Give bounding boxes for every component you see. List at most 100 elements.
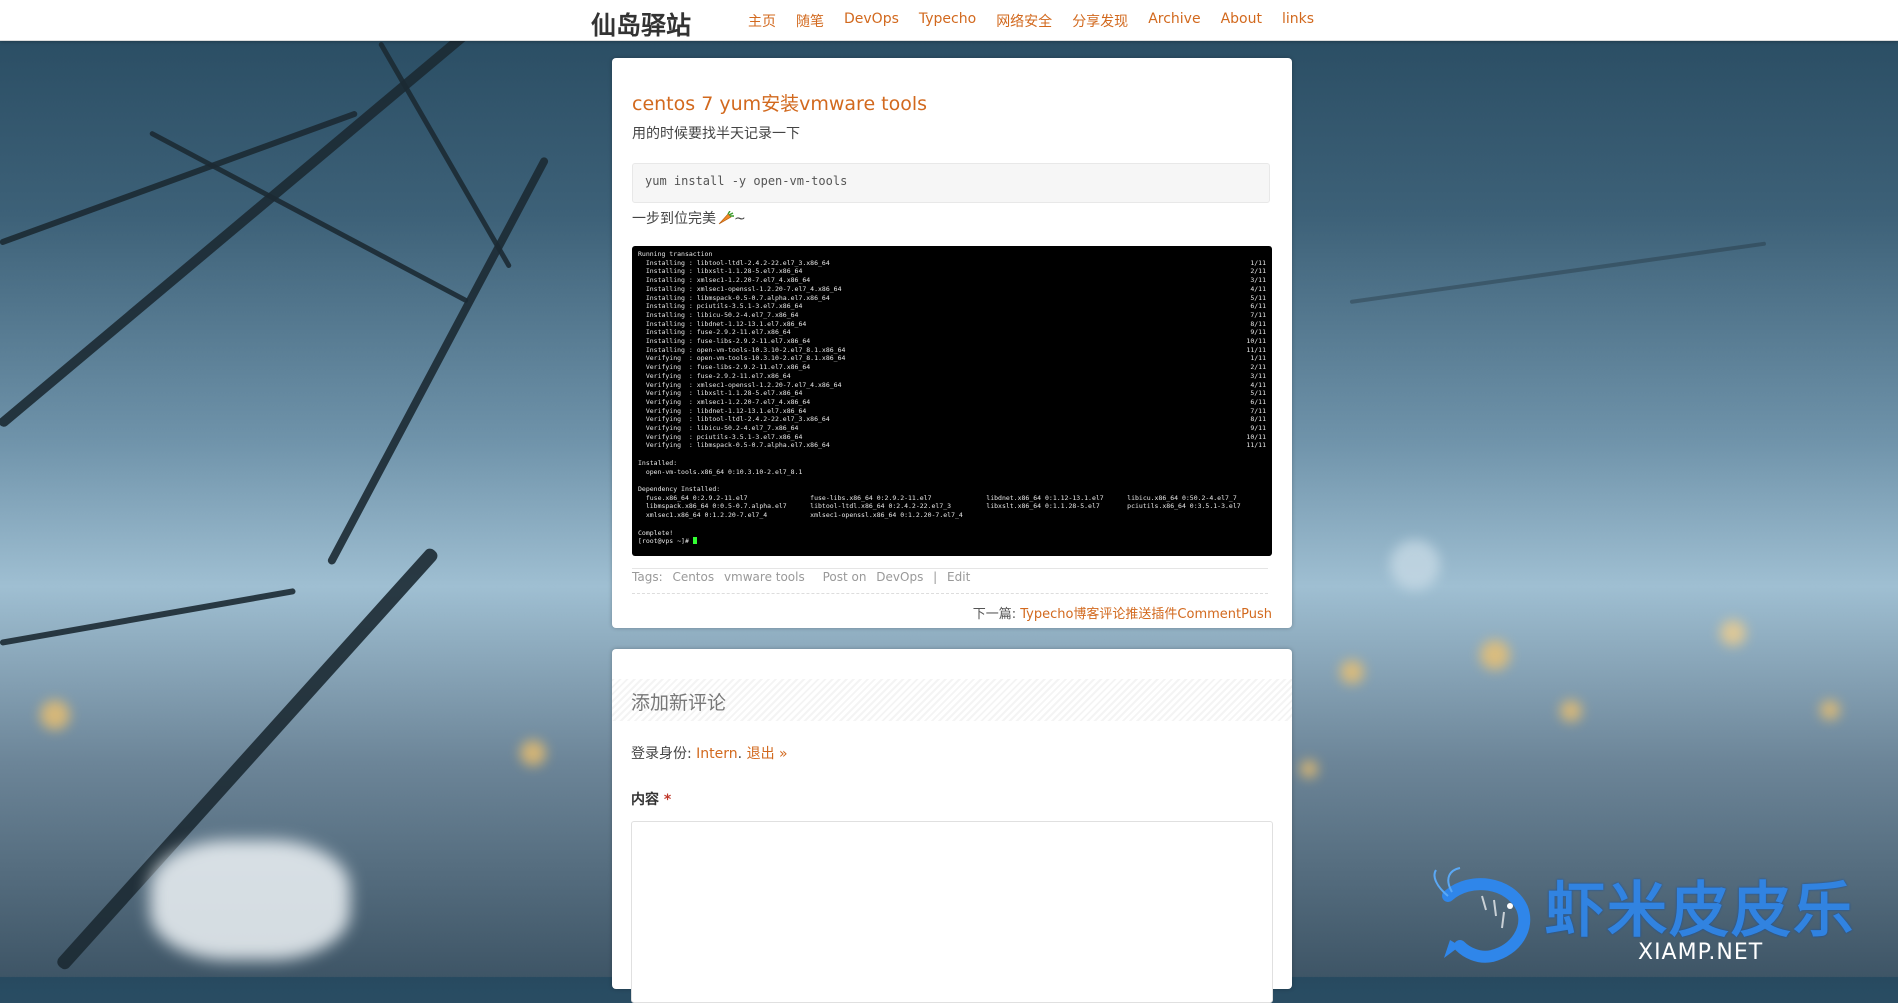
comment-textarea[interactable] [631, 821, 1273, 1003]
next-post-link[interactable]: Typecho博客评论推送插件CommentPush [1020, 607, 1272, 622]
terminal-row: Installing : xmlsec1-openssl-1.2.20-7.el… [638, 285, 1266, 294]
terminal-row-count: 4/11 [1250, 284, 1266, 293]
tags-label: Tags: [632, 570, 663, 584]
terminal-row: Verifying : libxslt-1.1.28-5.el7.x86_64 5… [638, 389, 1266, 398]
terminal-row: Installing : xmlsec1-1.2.20-7.el7_4.x86_… [638, 276, 1266, 285]
tag-link[interactable]: vmware tools [724, 570, 805, 584]
terminal-row: Installing : libtool-ltdl-2.4.2-22.el7_3… [638, 259, 1266, 268]
terminal-row: Verifying : fuse-libs-2.9.2-11.el7.x86_6… [638, 363, 1266, 372]
terminal-row: Installing : libxslt-1.1.28-5.el7.x86_64… [638, 267, 1266, 276]
terminal-row: Verifying : libdnet-1.12-13.1.el7.x86_64… [638, 407, 1266, 416]
terminal-row: Installing : libdnet-1.12-13.1.el7.x86_6… [638, 320, 1266, 329]
nav-item-devops[interactable]: DevOps [844, 11, 899, 31]
shrimp-icon [1433, 867, 1531, 963]
nav-item-share[interactable]: 分享发现 [1072, 11, 1128, 31]
nav-item-security[interactable]: 网络安全 [996, 11, 1052, 31]
post-done-text: 一步到位完美 [632, 211, 716, 227]
terminal-row-text: Verifying : xmlsec1-openssl-1.2.20-7.el7… [638, 380, 842, 389]
terminal-row-text: Installing : libdnet-1.12-13.1.el7.x86_6… [638, 319, 807, 328]
nav-item-home[interactable]: 主页 [748, 11, 776, 31]
terminal-row-count: 2/11 [1250, 363, 1266, 372]
terminal-row-count: 3/11 [1250, 371, 1266, 380]
terminal-complete: Complete! [638, 528, 674, 537]
nav-item-links[interactable]: links [1282, 11, 1314, 31]
terminal-row-text: Installing : fuse-libs-2.9.2-11.el7.x86_… [638, 337, 811, 346]
terminal-prompt: [root@vps ~]# [638, 537, 693, 546]
site-header: 仙岛驿站 主页 随笔 DevOps Typecho 网络安全 分享发现 Arch… [0, 0, 1898, 41]
post-meta: Tags: Centos vmware tools Post on DevOps… [632, 570, 976, 584]
terminal-row: Verifying : pciutils-3.5.1-3.el7.x86_64 1… [638, 433, 1266, 442]
post-card: centos 7 yum安装vmware tools 用的时候要找半天记录一下 … [612, 58, 1292, 628]
category-link[interactable]: DevOps [876, 570, 923, 584]
post-intro: 用的时候要找半天记录一下 [632, 126, 800, 142]
terminal-installed: open-vm-tools.x86_64 0:10.3.10-2.el7_8.1 [638, 467, 803, 476]
terminal-row: Verifying : xmlsec1-1.2.20-7.el7_4.x86_6… [638, 398, 1266, 407]
terminal-screenshot: Running transaction Installing : libtool… [632, 246, 1272, 556]
terminal-row-text: Verifying : libmspack-0.5-0.7.alpha.el7.… [638, 441, 830, 450]
edit-link[interactable]: Edit [947, 570, 970, 584]
terminal-dependency-header: Dependency Installed: [638, 484, 721, 493]
terminal-row: Verifying : fuse-2.9.2-11.el7.x86_64 3/11 [638, 372, 1266, 381]
site-brand[interactable]: 仙岛驿站 [591, 6, 691, 42]
terminal-row-count: 10/11 [1246, 337, 1266, 346]
post-done-suffix: ~ [734, 211, 746, 227]
terminal-dependency-line: fuse.x86_64 0:2.9.2-11.el7 fuse-libs.x86… [638, 493, 1237, 502]
terminal-row: Installing : fuse-2.9.2-11.el7.x86_64 9/1… [638, 328, 1266, 337]
post-done-line: 一步到位完美 ~ [632, 208, 746, 228]
terminal-row-count: 3/11 [1250, 276, 1266, 285]
terminal-row-text: Verifying : libicu-50.2-4.el7_7.x86_64 [638, 424, 799, 433]
terminal-row-text: Installing : libtool-ltdl-2.4.2-22.el7_3… [638, 258, 830, 267]
terminal-row-text: Verifying : pciutils-3.5.1-3.el7.x86_64 [638, 432, 803, 441]
terminal-row: Installing : libmspack-0.5-0.7.alpha.el7… [638, 294, 1266, 303]
required-mark: * [663, 792, 672, 808]
comment-card: 添加新评论 登录身份: Intern. 退出 » 内容 * [612, 649, 1292, 1003]
terminal-row-count: 6/11 [1250, 397, 1266, 406]
username-link[interactable]: Intern [696, 746, 738, 762]
watermark-text: 虾米皮皮乐 [1545, 876, 1855, 946]
nav-item-essays[interactable]: 随笔 [796, 11, 824, 31]
logout-link[interactable]: 退出 » [747, 746, 788, 762]
terminal-row-count: 8/11 [1250, 415, 1266, 424]
carrot-icon [718, 211, 734, 225]
next-post: 下一篇: Typecho博客评论推送插件CommentPush [973, 603, 1272, 622]
terminal-row-count: 11/11 [1246, 441, 1266, 450]
terminal-row: Verifying : libicu-50.2-4.el7_7.x86_64 9/… [638, 424, 1266, 433]
terminal-row-count: 11/11 [1246, 345, 1266, 354]
terminal-row-count: 4/11 [1250, 380, 1266, 389]
tag-link[interactable]: Centos [672, 570, 714, 584]
nav-item-archive[interactable]: Archive [1148, 11, 1200, 31]
terminal-dependency-line: libmspack.x86_64 0:0.5-0.7.alpha.el7 lib… [638, 502, 1241, 511]
code-command: yum install -y open-vm-tools [645, 174, 848, 188]
terminal-row: Verifying : libmspack-0.5-0.7.alpha.el7.… [638, 441, 1266, 450]
nav-item-about[interactable]: About [1221, 11, 1262, 31]
terminal-row: Installing : libicu-50.2-4.el7_7.x86_64 7… [638, 311, 1266, 320]
terminal-row-text: Installing : libxslt-1.1.28-5.el7.x86_64 [638, 267, 803, 276]
post-title[interactable]: centos 7 yum安装vmware tools [632, 89, 927, 116]
terminal-row-text: Verifying : fuse-libs-2.9.2-11.el7.x86_6… [638, 363, 811, 372]
login-prefix: 登录身份: [631, 746, 692, 762]
terminal-prompt-line: [root@vps ~]# [638, 537, 1266, 546]
terminal-row: Verifying : libtool-ltdl-2.4.2-22.el7_3.… [638, 415, 1266, 424]
terminal-row-text: Verifying : libxslt-1.1.28-5.el7.x86_64 [638, 389, 803, 398]
terminal-dependency-line: xmlsec1.x86_64 0:1.2.20-7.el7_4 xmlsec1-… [638, 511, 963, 520]
terminal-row-count: 2/11 [1250, 267, 1266, 276]
nav-item-typecho[interactable]: Typecho [919, 11, 976, 31]
terminal-row: Verifying : open-vm-tools-10.3.10-2.el7_… [638, 354, 1266, 363]
post-on-label: Post on [822, 570, 867, 584]
terminal-output: Running transaction Installing : libtool… [632, 246, 1272, 550]
next-post-label: 下一篇: [972, 607, 1017, 622]
terminal-row-text: Installing : xmlsec1-openssl-1.2.20-7.el… [638, 284, 842, 293]
terminal-row-text: Verifying : open-vm-tools-10.3.10-2.el7_… [638, 354, 846, 363]
terminal-row-text: Verifying : fuse-2.9.2-11.el7.x86_64 [638, 371, 791, 380]
terminal-row-text: Installing : pciutils-3.5.1-3.el7.x86_64 [638, 302, 803, 311]
terminal-row-count: 5/11 [1250, 389, 1266, 398]
content-label: 内容 * [631, 789, 671, 809]
terminal-row-text: Installing : fuse-2.9.2-11.el7.x86_64 [638, 328, 791, 337]
meta-divider [632, 568, 1268, 569]
watermark-sub: XIAMP.NET [1638, 940, 1764, 965]
terminal-row-text: Verifying : xmlsec1-1.2.20-7.el7_4.x86_6… [638, 397, 811, 406]
main-nav: 主页 随笔 DevOps Typecho 网络安全 分享发现 Archive A… [748, 11, 1334, 31]
content-label-text: 内容 [631, 792, 659, 808]
comment-heading: 添加新评论 [631, 692, 727, 714]
terminal-row-text: Verifying : libtool-ltdl-2.4.2-22.el7_3.… [638, 415, 830, 424]
